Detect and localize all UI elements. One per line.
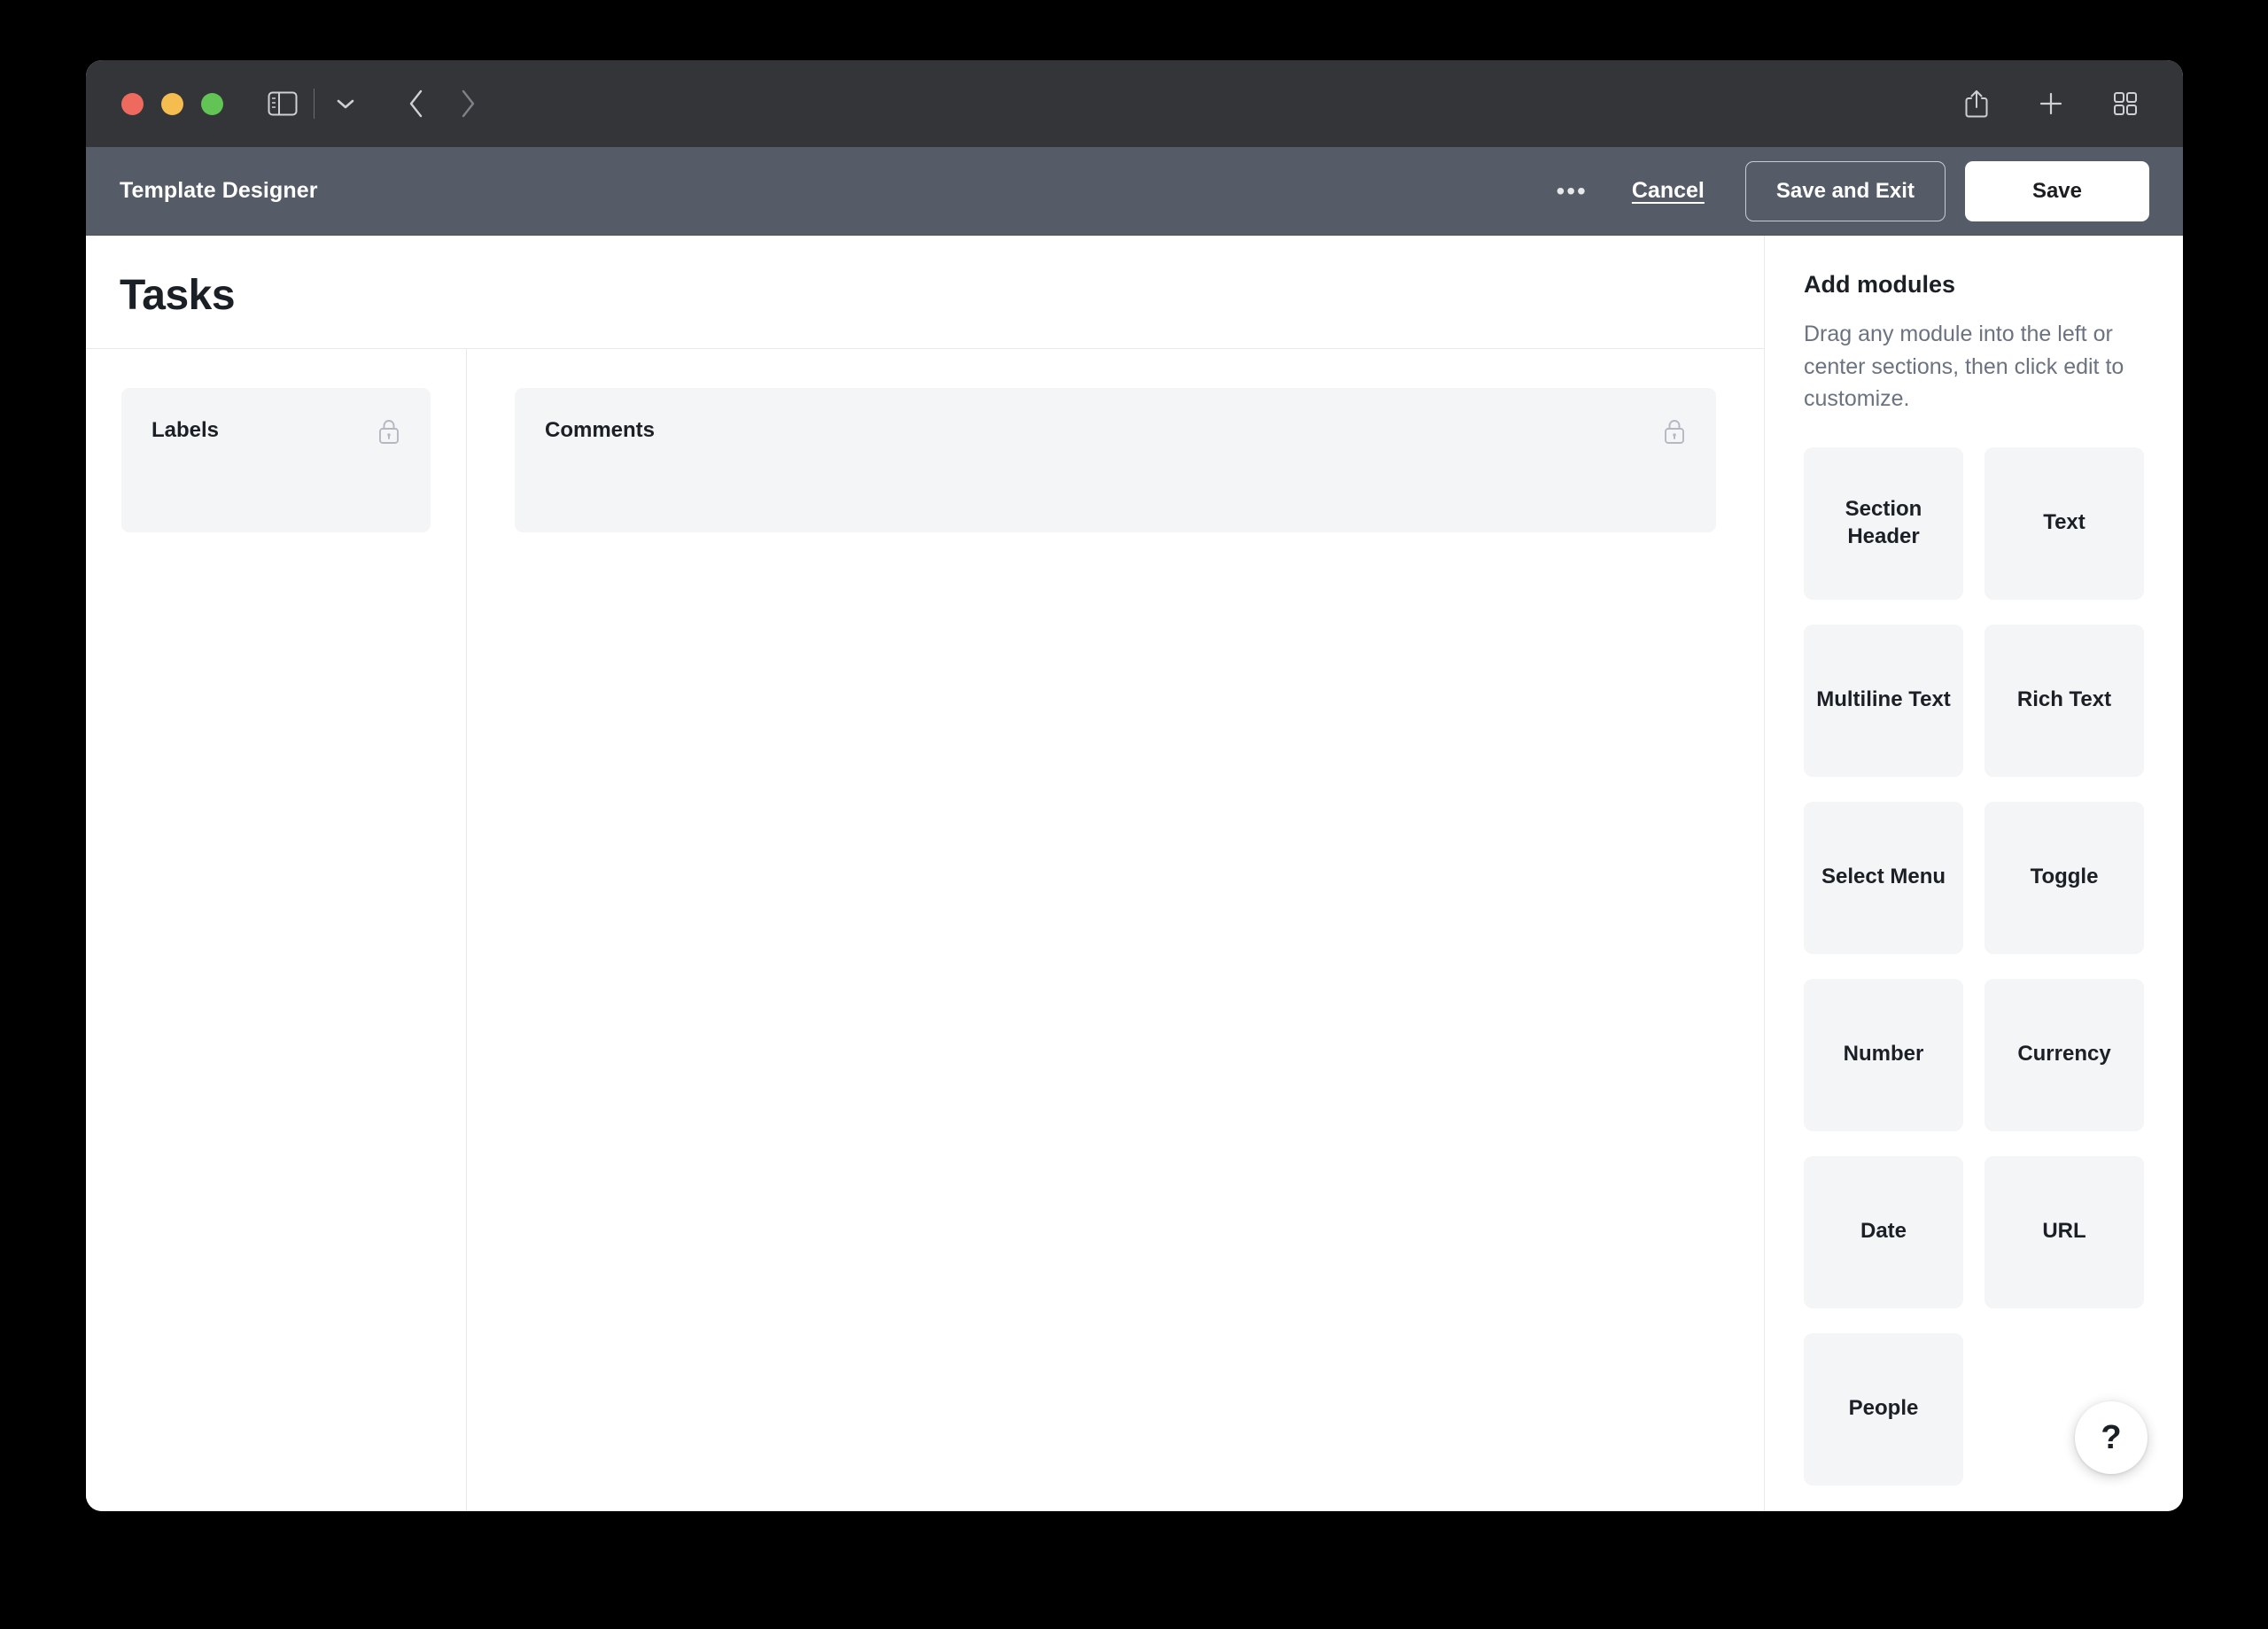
left-section[interactable]: Labels: [86, 349, 467, 1511]
sidebar-toggle-icon[interactable]: [257, 78, 308, 129]
save-and-exit-button[interactable]: Save and Exit: [1744, 160, 1946, 221]
canvas-sections: Labels Comments: [86, 349, 1764, 1511]
close-window-dot[interactable]: [121, 92, 144, 115]
plus-icon[interactable]: [2025, 78, 2077, 129]
module-tile-label: Toggle: [2030, 865, 2099, 889]
share-icon[interactable]: [1951, 78, 2002, 129]
template-name: Tasks: [120, 272, 236, 319]
module-tile-label: Currency: [2017, 1042, 2111, 1067]
module-tile-section-header[interactable]: Section Header: [1804, 446, 1963, 600]
module-tile-text[interactable]: Text: [1984, 446, 2144, 600]
more-options-button[interactable]: •••: [1536, 170, 1606, 213]
module-tile-rich-text[interactable]: Rich Text: [1984, 624, 2144, 777]
back-arrow-icon[interactable]: [391, 78, 442, 129]
app-header: Template Designer ••• Cancel Save and Ex…: [86, 147, 2183, 236]
module-tile-label: URL: [2042, 1219, 2086, 1244]
center-section[interactable]: Comments: [467, 349, 1764, 1511]
module-card-comments[interactable]: Comments: [515, 388, 1716, 532]
module-tile-label: Number: [1843, 1042, 1924, 1067]
chrome-left-controls: [113, 78, 493, 129]
app-body: Tasks Labels Comments Add modules Drag a…: [86, 236, 2183, 1511]
module-tile-label: Date: [1860, 1219, 1907, 1244]
module-tile-currency[interactable]: Currency: [1984, 978, 2144, 1131]
module-tile-url[interactable]: URL: [1984, 1155, 2144, 1308]
header-actions: ••• Cancel Save and Exit Save: [1536, 160, 2149, 221]
panel-description: Drag any module into the left or center …: [1804, 322, 2124, 411]
tab-overview-icon[interactable]: [2100, 78, 2151, 129]
browser-window: Template Designer ••• Cancel Save and Ex…: [86, 60, 2183, 1511]
module-tile-number[interactable]: Number: [1804, 978, 1963, 1131]
module-tile-select-menu[interactable]: Select Menu: [1804, 801, 1963, 954]
chevron-down-icon[interactable]: [320, 78, 371, 129]
module-tile-multiline-text[interactable]: Multiline Text: [1804, 624, 1963, 777]
module-card-labels[interactable]: Labels: [121, 388, 431, 532]
module-tile-label: Select Menu: [1821, 865, 1946, 889]
module-card-label: Comments: [545, 418, 656, 442]
minimize-window-dot[interactable]: [161, 92, 183, 115]
lock-icon: [377, 418, 400, 449]
panel-title: Add modules: [1804, 271, 1956, 298]
lock-icon: [1663, 418, 1686, 449]
save-button[interactable]: Save: [1964, 160, 2149, 221]
zoom-window-dot[interactable]: [201, 92, 223, 115]
module-tile-people[interactable]: People: [1804, 1332, 1963, 1485]
module-tile-toggle[interactable]: Toggle: [1984, 801, 2144, 954]
traffic-lights: [121, 92, 223, 115]
module-card-label: Labels: [151, 418, 220, 442]
module-tile-label: People: [1848, 1396, 1919, 1421]
module-tile-label: Text: [2043, 510, 2085, 535]
browser-chrome: [86, 60, 2183, 147]
chrome-right-controls: [1951, 78, 2151, 129]
module-tile-label: Multiline Text: [1816, 687, 1951, 712]
cancel-button[interactable]: Cancel: [1607, 169, 1729, 213]
module-tile-label: Rich Text: [2016, 687, 2112, 712]
template-canvas: Tasks Labels Comments: [86, 236, 1764, 1511]
help-button[interactable]: ?: [2075, 1401, 2148, 1474]
module-tile-date[interactable]: Date: [1804, 1155, 1963, 1308]
add-modules-panel: Add modules Drag any module into the lef…: [1764, 236, 2183, 1511]
chrome-divider: [314, 89, 315, 119]
module-tile-label: Section Header: [1845, 496, 1922, 548]
canvas-title-wrap: Tasks: [86, 236, 1764, 349]
module-grid: Section Header Text Multiline Text Rich …: [1804, 446, 2144, 1485]
page-title: Template Designer: [120, 178, 318, 203]
forward-arrow-icon[interactable]: [442, 78, 493, 129]
